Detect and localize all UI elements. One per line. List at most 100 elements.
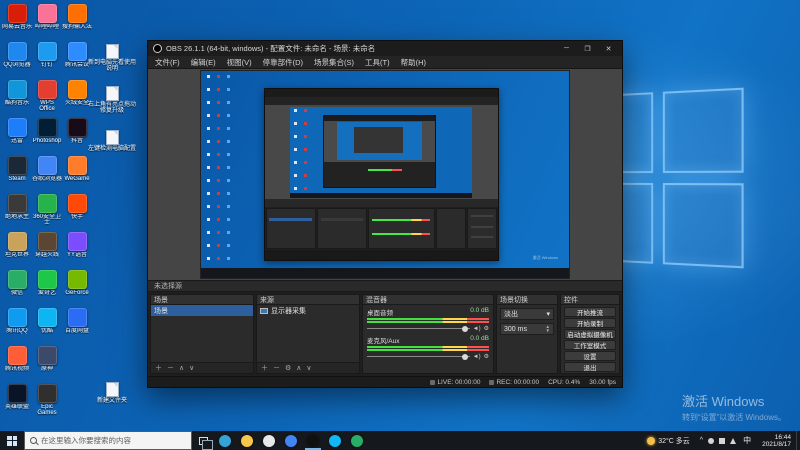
display-capture-video[interactable]: 激活 Windows [201,71,569,278]
desktop-icon[interactable]: Steam [2,156,32,194]
desktop-icon[interactable]: GeForce [62,270,92,308]
tray-expand-icon[interactable]: ^ [700,437,703,444]
mixer-dock-title[interactable]: 混音器 [363,295,493,305]
desktop-icon[interactable]: WeGame [62,156,92,194]
scene-item[interactable]: 场景 [151,305,253,316]
menu-item[interactable]: 编辑(E) [191,57,216,68]
volume-slider[interactable] [367,325,470,332]
obs-preview-area[interactable]: 激活 Windows [148,69,622,280]
menu-item[interactable]: 视图(V) [227,57,252,68]
taskbar-app[interactable] [280,431,302,450]
maximize-button[interactable]: ❐ [579,42,596,55]
obs-control-button[interactable]: 开始推流 [564,307,616,317]
app-icon [7,42,27,61]
taskbar-app[interactable] [302,431,324,450]
onedrive-icon[interactable] [708,437,715,444]
transitions-dock-title[interactable]: 场景切换 [497,295,557,305]
sources-toolbar: ＋ － ⚙ ∧ ∨ [257,362,359,373]
sources-tool-icon[interactable]: ＋ [261,365,268,372]
sources-tool-icon[interactable]: － [273,365,280,372]
desktop-icon[interactable]: 腾讯视频 [2,346,32,384]
desktop-icon[interactable]: Photoshop [32,118,62,156]
scenes-tool-icon[interactable]: ＋ [155,365,162,372]
desktop-icon[interactable]: WPS Office [32,80,62,118]
weather-widget[interactable]: 32°C 多云 [641,436,696,446]
taskbar-app[interactable] [258,431,280,450]
obs-control-button[interactable]: 退出 [564,362,616,372]
gear-icon[interactable]: ⚙ [484,354,489,360]
obs-titlebar[interactable]: OBS 26.1.1 (64-bit, windows) - 配置文件: 未命名… [148,41,622,56]
obs-control-button[interactable]: 设置 [564,351,616,361]
desktop-icon[interactable]: 酷狗音乐 [2,80,32,118]
menu-item[interactable]: 文件(F) [155,57,180,68]
icon-label: 哔哩哔哩 [34,24,59,30]
menu-item[interactable]: 停靠部件(D) [263,57,303,68]
scenes-tool-icon[interactable]: － [167,365,174,372]
desktop-icon[interactable]: 谷歌浏览器 [32,156,62,194]
sources-dock-title[interactable]: 来源 [257,295,359,305]
desktop-icon[interactable]: 腾讯QQ [2,308,32,346]
sources-tool-icon[interactable]: ⚙ [285,365,291,372]
desktop-file[interactable]: 新建文件夹 [86,382,138,404]
watermark-title: 激活 Windows [681,394,765,409]
desktop-file[interactable]: 右上角有亮点拖动修复升级 [86,86,138,114]
desktop-icon[interactable]: 迅雷 [2,118,32,156]
minimize-button[interactable]: ─ [558,42,575,55]
obs-control-button[interactable]: 启动虚拟摄像机 [564,329,616,339]
desktop-icon[interactable]: QQ浏览器 [2,42,32,80]
scenes-dock-title[interactable]: 场景 [151,295,253,305]
desktop-icon[interactable]: 坦克世界 [2,232,32,270]
close-button[interactable]: ✕ [600,42,617,55]
search-box[interactable]: 在这里输入你要搜索的内容 [24,431,192,450]
gear-icon[interactable]: ⚙ [484,326,489,332]
desktop-file[interactable]: 新到电脑先看使用说明 [86,44,138,72]
desktop-icon[interactable]: 爱奇艺 [32,270,62,308]
source-item[interactable]: 显示器采集 [257,305,359,316]
desktop-icon[interactable]: Epic Games [32,384,62,422]
volume-slider[interactable] [367,353,470,360]
task-view-button[interactable] [192,431,214,450]
start-button[interactable] [0,431,24,450]
desktop-icon[interactable]: 英雄联盟 [2,384,32,422]
desktop-icon[interactable]: 百度网盘 [62,308,92,346]
desktop-icon[interactable]: 搜狗输入法 [62,4,92,42]
obs-control-button[interactable]: 开始录制 [564,318,616,328]
sources-tool-icon[interactable]: ∧ [296,365,301,372]
desktop-icon[interactable]: 穿越火线 [32,232,62,270]
desktop-icon[interactable]: YY语音 [62,232,92,270]
transition-select[interactable]: 淡出 ▾ [500,308,554,320]
speaker-icon[interactable]: ◄) [473,326,481,332]
taskbar-app[interactable] [214,431,236,450]
sources-tool-icon[interactable]: ∨ [306,365,311,372]
network-icon[interactable] [719,437,726,444]
speaker-icon[interactable]: ◄) [473,354,481,360]
scenes-tool-icon[interactable]: ∧ [179,365,184,372]
desktop-icon[interactable]: 微信 [2,270,32,308]
taskbar-clock[interactable]: 16:44 2021/8/17 [757,434,796,448]
spinner-arrows-icon[interactable]: ▲ ▼ [546,324,550,334]
desktop-icon[interactable]: 优酷 [32,308,62,346]
menu-item[interactable]: 工具(T) [365,57,390,68]
desktop-file[interactable]: 左键检测电脑配置 [86,130,138,152]
desktop-icon[interactable]: 360安全卫士 [32,194,62,232]
show-desktop-button[interactable] [796,431,800,450]
scenes-tool-icon[interactable]: ∨ [189,365,194,372]
desktop-icon[interactable]: 网易云音乐 [2,4,32,42]
desktop-icon[interactable]: 绝地求生 [2,194,32,232]
menu-item[interactable]: 帮助(H) [401,57,426,68]
duration-spinner[interactable]: 300 ms ▲ ▼ [500,323,554,335]
menu-item[interactable]: 场景集合(S) [314,57,354,68]
desktop-icon[interactable]: 哔哩哔哩 [32,4,62,42]
sound-icon[interactable] [730,437,737,444]
desktop-icon[interactable]: 快手 [62,194,92,232]
taskbar-app[interactable] [346,431,368,450]
ime-indicator[interactable]: 中 [741,435,753,446]
taskbar-app[interactable] [236,431,258,450]
icon-label: Steam [8,176,26,182]
desktop-icon[interactable]: 钉钉 [32,42,62,80]
taskbar-app[interactable] [324,431,346,450]
obs-control-button[interactable]: 工作室模式 [564,340,616,350]
controls-dock-title[interactable]: 控件 [561,295,619,305]
app-icon [67,270,87,289]
desktop-icon[interactable]: 原神 [32,346,62,384]
